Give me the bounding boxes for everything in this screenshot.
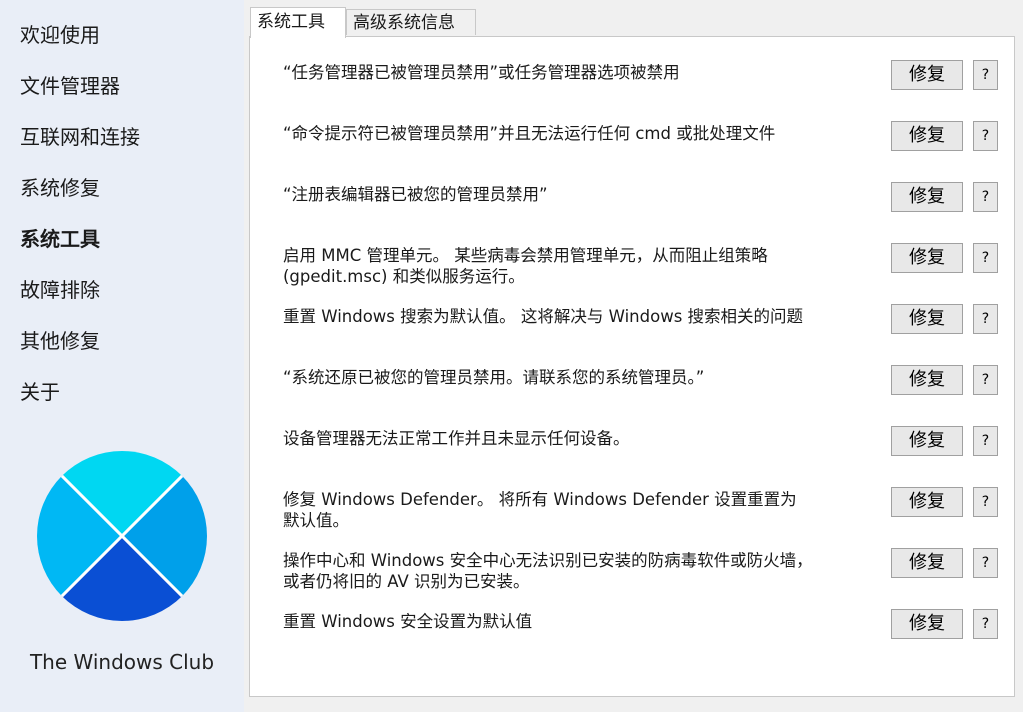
help-button[interactable]: ? [973, 426, 998, 456]
fix-row: 重置 Windows 安全设置为默认值 修复 ? [250, 609, 1014, 672]
help-button[interactable]: ? [973, 182, 998, 212]
sidebar-nav: 欢迎使用 文件管理器 互联网和连接 系统修复 系统工具 故障排除 其他修复 关于 [20, 22, 140, 430]
help-button[interactable]: ? [973, 365, 998, 395]
tab-system-tools[interactable]: 系统工具 [250, 7, 346, 38]
fix-row: 重置 Windows 搜索为默认值。 这将解决与 Windows 搜索相关的问题… [250, 304, 1014, 367]
fix-description: 重置 Windows 搜索为默认值。 这将解决与 Windows 搜索相关的问题 [283, 307, 804, 326]
fix-row: “系统还原已被您的管理员禁用。请联系您的系统管理员。” 修复 ? [250, 365, 1014, 428]
windows-club-logo-icon [37, 451, 207, 621]
help-button[interactable]: ? [973, 60, 998, 90]
fix-button[interactable]: 修复 [891, 304, 963, 334]
help-button[interactable]: ? [973, 609, 998, 639]
sidebar-item-system-tools[interactable]: 系统工具 [20, 226, 140, 277]
sidebar-item-file-explorer[interactable]: 文件管理器 [20, 73, 140, 124]
fix-button[interactable]: 修复 [891, 60, 963, 90]
fix-row: “任务管理器已被管理员禁用”或任务管理器选项被禁用 修复 ? [250, 60, 1014, 123]
sidebar: 欢迎使用 文件管理器 互联网和连接 系统修复 系统工具 故障排除 其他修复 关于… [0, 0, 244, 712]
fix-description: 设备管理器无法正常工作并且未显示任何设备。 [283, 429, 630, 448]
fix-description: 重置 Windows 安全设置为默认值 [283, 612, 533, 631]
help-button[interactable]: ? [973, 304, 998, 334]
brand-name: The Windows Club [29, 650, 215, 674]
fix-button[interactable]: 修复 [891, 609, 963, 639]
fix-description: “系统还原已被您的管理员禁用。请联系您的系统管理员。” [283, 368, 705, 387]
fix-description: “任务管理器已被管理员禁用”或任务管理器选项被禁用 [283, 63, 680, 82]
fix-row: 启用 MMC 管理单元。 某些病毒会禁用管理单元，从而阻止组策略 (gpedit… [250, 243, 1014, 306]
fix-row: 修复 Windows Defender。 将所有 Windows Defende… [250, 487, 1014, 550]
fix-panel: “任务管理器已被管理员禁用”或任务管理器选项被禁用 修复 ? “命令提示符已被管… [249, 36, 1015, 697]
fix-button[interactable]: 修复 [891, 182, 963, 212]
help-button[interactable]: ? [973, 243, 998, 273]
sidebar-item-other-fixes[interactable]: 其他修复 [20, 328, 140, 379]
sidebar-item-system-repair[interactable]: 系统修复 [20, 175, 140, 226]
fix-button[interactable]: 修复 [891, 365, 963, 395]
sidebar-item-troubleshooting[interactable]: 故障排除 [20, 277, 140, 328]
fix-description: “注册表编辑器已被您的管理员禁用” [283, 185, 548, 204]
fix-button[interactable]: 修复 [891, 548, 963, 578]
fix-button[interactable]: 修复 [891, 426, 963, 456]
fix-row: “注册表编辑器已被您的管理员禁用” 修复 ? [250, 182, 1014, 245]
fix-row: “命令提示符已被管理员禁用”并且无法运行任何 cmd 或批处理文件 修复 ? [250, 121, 1014, 184]
help-button[interactable]: ? [973, 121, 998, 151]
help-button[interactable]: ? [973, 487, 998, 517]
help-button[interactable]: ? [973, 548, 998, 578]
tab-advanced-system-info[interactable]: 高级系统信息 [346, 9, 476, 35]
fix-description: 操作中心和 Windows 安全中心无法识别已安装的防病毒软件或防火墙，或者仍将… [283, 551, 813, 591]
fix-row: 操作中心和 Windows 安全中心无法识别已安装的防病毒软件或防火墙，或者仍将… [250, 548, 1014, 611]
fix-description: “命令提示符已被管理员禁用”并且无法运行任何 cmd 或批处理文件 [283, 124, 776, 143]
fix-description: 启用 MMC 管理单元。 某些病毒会禁用管理单元，从而阻止组策略 (gpedit… [283, 246, 768, 286]
fix-description: 修复 Windows Defender。 将所有 Windows Defende… [283, 490, 797, 530]
fix-button[interactable]: 修复 [891, 121, 963, 151]
sidebar-item-welcome[interactable]: 欢迎使用 [20, 22, 140, 73]
fix-button[interactable]: 修复 [891, 487, 963, 517]
fix-row: 设备管理器无法正常工作并且未显示任何设备。 修复 ? [250, 426, 1014, 489]
sidebar-item-about[interactable]: 关于 [20, 379, 140, 430]
sidebar-item-internet[interactable]: 互联网和连接 [20, 124, 140, 175]
fix-button[interactable]: 修复 [891, 243, 963, 273]
